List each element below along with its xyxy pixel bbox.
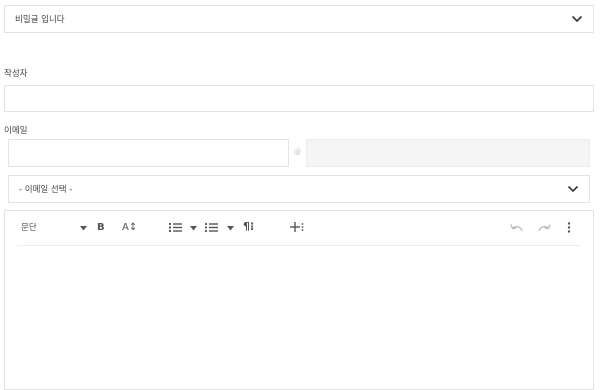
insert-plus-icon[interactable]: [290, 221, 304, 233]
chevron-down-icon: [567, 185, 579, 193]
email-label: 이메일: [4, 126, 28, 136]
caret-down-icon[interactable]: [80, 226, 87, 231]
bulleted-list-icon[interactable]: [205, 222, 218, 233]
editor-content-area[interactable]: [17, 251, 581, 389]
paragraph-style-icon[interactable]: ¶⁝: [243, 221, 254, 233]
font-size-button[interactable]: A↕: [122, 222, 137, 234]
caret-down-icon[interactable]: [227, 226, 234, 231]
email-domain-select-value: - 이메일 선택 -: [19, 185, 73, 195]
redo-icon[interactable]: [538, 223, 551, 232]
author-label: 작성자: [4, 69, 28, 79]
undo-icon[interactable]: [510, 223, 523, 232]
email-domain-input[interactable]: [306, 139, 590, 167]
rich-text-editor: 문단 B A↕ ¶⁝: [4, 210, 594, 390]
numbered-list-icon[interactable]: [169, 222, 182, 233]
paragraph-format-dropdown[interactable]: 문단: [21, 222, 37, 234]
more-options-icon[interactable]: [567, 222, 571, 233]
secret-post-select-value: 비밀글 입니다: [15, 15, 65, 25]
secret-post-select[interactable]: 비밀글 입니다: [4, 5, 594, 33]
editor-toolbar: 문단 B A↕ ¶⁝: [5, 211, 593, 245]
toolbar-divider: [17, 245, 581, 246]
email-local-input[interactable]: [8, 139, 289, 167]
author-input[interactable]: [4, 85, 594, 112]
caret-down-icon[interactable]: [190, 226, 197, 231]
email-domain-select[interactable]: - 이메일 선택 -: [8, 175, 590, 203]
bold-button[interactable]: B: [97, 222, 105, 234]
chevron-down-icon: [571, 15, 583, 23]
email-at-symbol: @: [294, 148, 301, 156]
